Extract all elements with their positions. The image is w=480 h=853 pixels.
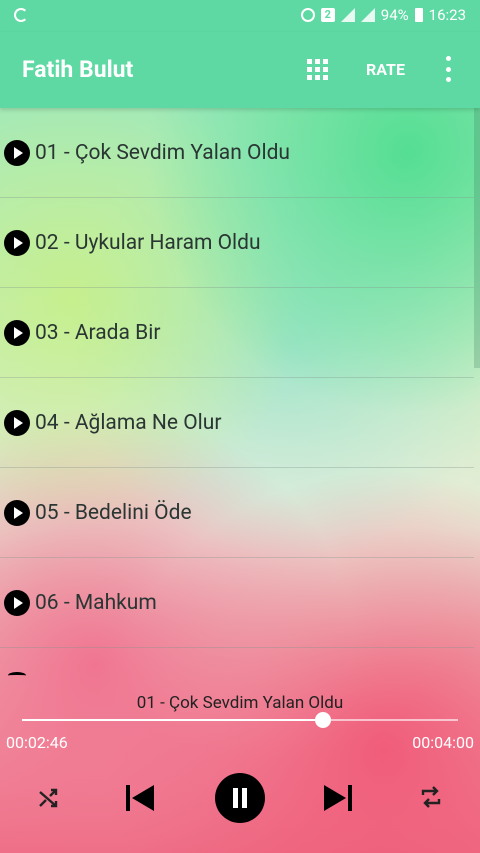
play-icon[interactable] — [4, 139, 30, 166]
sim-icon: 2 — [320, 8, 335, 22]
status-bar: 2 94% 16:23 — [0, 0, 480, 32]
current-time: 00:02:46 — [6, 733, 68, 752]
track-item[interactable]: 01 - Çok Sevdim Yalan Oldu — [0, 108, 474, 198]
track-title: 06 - Mahkum — [35, 590, 157, 615]
seek-bar-progress — [22, 719, 323, 721]
skip-previous-icon[interactable] — [124, 783, 156, 813]
battery-icon — [414, 8, 423, 22]
battery-percent: 94% — [380, 6, 409, 24]
total-time: 00:04:00 — [412, 733, 474, 752]
app-bar: Fatih Bulut RATE — [0, 32, 480, 108]
shuffle-icon[interactable] — [36, 786, 60, 810]
track-item[interactable]: 03 - Arada Bir — [0, 288, 474, 378]
status-icons: 2 94% 16:23 — [300, 6, 466, 24]
signal-icon — [340, 8, 355, 22]
scrollbar[interactable] — [474, 108, 480, 368]
more-vert-icon[interactable] — [446, 56, 452, 82]
track-item[interactable]: 04 - Ağlama Ne Olur — [0, 378, 474, 468]
seek-thumb[interactable] — [315, 712, 331, 728]
loading-icon — [14, 8, 28, 22]
signal-icon-2 — [360, 8, 375, 22]
alarm-icon — [300, 8, 315, 22]
rate-button[interactable]: RATE — [366, 60, 405, 79]
grid-icon[interactable] — [307, 59, 328, 80]
repeat-icon[interactable] — [418, 784, 444, 810]
app-title: Fatih Bulut — [22, 56, 134, 83]
track-list: 01 - Çok Sevdim Yalan Oldu 02 - Uykular … — [0, 108, 474, 648]
track-title: 05 - Bedelini Öde — [35, 500, 192, 525]
track-title: 02 - Uykular Haram Oldu — [35, 230, 261, 255]
player-controls — [0, 770, 480, 826]
play-icon[interactable] — [4, 589, 30, 616]
partial-play-icon — [8, 672, 26, 679]
pause-button[interactable] — [215, 773, 265, 823]
clock: 16:23 — [428, 6, 466, 24]
track-item[interactable]: 06 - Mahkum — [0, 558, 474, 648]
play-icon[interactable] — [4, 409, 30, 436]
track-item[interactable]: 05 - Bedelini Öde — [0, 468, 474, 558]
play-icon[interactable] — [4, 319, 30, 346]
track-title: 04 - Ağlama Ne Olur — [35, 410, 222, 435]
track-title: 01 - Çok Sevdim Yalan Oldu — [35, 140, 291, 165]
pause-icon — [233, 788, 238, 808]
skip-next-icon[interactable] — [322, 783, 354, 813]
now-playing-title: 01 - Çok Sevdim Yalan Oldu — [136, 693, 344, 713]
play-icon[interactable] — [4, 499, 30, 526]
track-title: 03 - Arada Bir — [35, 320, 161, 345]
track-item[interactable]: 02 - Uykular Haram Oldu — [0, 198, 474, 288]
play-icon[interactable] — [4, 229, 30, 256]
